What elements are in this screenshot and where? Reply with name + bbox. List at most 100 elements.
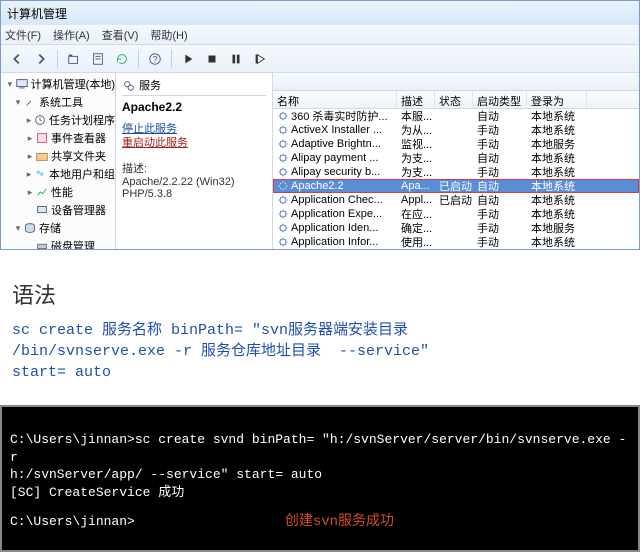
service-desc: Appl... [397, 194, 435, 206]
syntax-heading: 语法 [12, 278, 628, 310]
service-row[interactable]: Application Iden...确定...手动本地服务 [273, 221, 639, 235]
gear-icon [277, 208, 289, 220]
tree-local-users[interactable]: ▸本地用户和组 [1, 165, 115, 183]
disk-icon [35, 239, 49, 249]
service-logon: 本地系统 [527, 234, 587, 249]
restart-button[interactable] [250, 49, 270, 69]
device-icon [35, 203, 49, 217]
tree-event-viewer[interactable]: ▸事件查看器 [1, 129, 115, 147]
service-name: Adaptive Brightn... [291, 138, 381, 150]
gear-icon [277, 180, 289, 192]
refresh-button[interactable] [112, 49, 132, 69]
col-startup[interactable]: 启动类型 [473, 91, 527, 108]
tree-root[interactable]: ▾计算机管理(本地) [1, 75, 115, 93]
tree-task-scheduler[interactable]: ▸任务计划程序 [1, 111, 115, 129]
properties-button[interactable] [88, 49, 108, 69]
toolbar: ? [1, 45, 639, 73]
chart-icon [35, 185, 49, 199]
service-row[interactable]: Adaptive Brightn...监视...手动本地服务 [273, 137, 639, 151]
stop-button[interactable] [202, 49, 222, 69]
service-name: Application Chec... [291, 194, 383, 206]
tree-storage[interactable]: ▾存储 [1, 219, 115, 237]
terminal-line: C:\Users\jinnan>sc create svnd binPath= … [10, 431, 630, 466]
service-desc: 为支... [397, 164, 435, 180]
restart-service-link[interactable]: 重启动此服务 [122, 136, 266, 150]
service-name: Alipay security b... [291, 166, 380, 178]
separator [138, 50, 139, 68]
service-desc: 为 In... [397, 248, 435, 249]
pane-title: 服务 [139, 80, 161, 92]
service-row[interactable]: Apache2.2Apa...已启动自动本地系统 [273, 179, 639, 193]
col-desc[interactable]: 描述 [397, 91, 435, 108]
terminal-annotation: 创建svn服务成功 [285, 514, 394, 530]
service-row[interactable]: Application Chec...Appl...已启动自动本地系统 [273, 193, 639, 207]
gear-icon [277, 152, 289, 164]
service-name: 360 杀毒实时防护... [291, 108, 388, 124]
terminal-line: [SC] CreateService 成功 [10, 484, 630, 502]
service-row[interactable]: ActiveX Installer ...为从...手动本地系统 [273, 123, 639, 137]
col-name[interactable]: 名称 [273, 91, 397, 108]
tree-system-tools[interactable]: ▾系统工具 [1, 93, 115, 111]
service-startup: 手动 [473, 248, 527, 249]
service-row[interactable]: Application Expe...在应...手动本地系统 [273, 207, 639, 221]
start-button[interactable] [178, 49, 198, 69]
service-name: Application Iden... [291, 222, 378, 234]
forward-button[interactable] [31, 49, 51, 69]
service-row[interactable]: 360 杀毒实时防护...本服...自动本地系统 [273, 109, 639, 123]
gear-icon [277, 236, 289, 248]
gear-icon [277, 124, 289, 136]
menu-view[interactable]: 查看(V) [102, 27, 139, 43]
terminal-prompt: C:\Users\jinnan> [10, 514, 135, 529]
menu-bar: 文件(F) 操作(A) 查看(V) 帮助(H) [1, 25, 639, 45]
terminal-line: h:/svnServer/app/ --service" start= auto [10, 466, 630, 484]
stop-service-link[interactable]: 停止此服务 [122, 122, 266, 136]
service-row[interactable]: Application Infor... 使用... 手动本地系统 [273, 235, 639, 249]
tree-device-manager[interactable]: 设备管理器 [1, 201, 115, 219]
tree-performance[interactable]: ▸性能 [1, 183, 115, 201]
clock-icon [33, 113, 47, 127]
gear-icon [277, 166, 289, 178]
users-icon [33, 167, 47, 181]
gear-icon [277, 110, 289, 122]
storage-icon [23, 221, 37, 235]
service-name: Alipay payment ... [291, 152, 378, 164]
service-desc: 使用... [397, 234, 435, 249]
svg-text:?: ? [153, 54, 158, 64]
service-row[interactable]: Alipay payment ...为支...自动本地系统 [273, 151, 639, 165]
services-list: 名称 描述 状态 启动类型 登录为 360 杀毒实时防护...本服...自动本地… [273, 73, 639, 249]
tree-disk-mgmt[interactable]: 磁盘管理 [1, 237, 115, 249]
up-button[interactable] [64, 49, 84, 69]
tree-shared-folders[interactable]: ▸共享文件夹 [1, 147, 115, 165]
gear-icon [277, 222, 289, 234]
separator [57, 50, 58, 68]
list-toolbar [273, 73, 639, 91]
gear-icon [277, 194, 289, 206]
computer-icon [15, 77, 29, 91]
window-title: 计算机管理 [7, 5, 67, 22]
col-logon[interactable]: 登录为 [527, 91, 587, 108]
gear-icon [277, 138, 289, 150]
separator [171, 50, 172, 68]
pause-button[interactable] [226, 49, 246, 69]
title-bar[interactable]: 计算机管理 [1, 1, 639, 25]
folder-share-icon [35, 149, 49, 163]
detail-pane: 服务 Apache2.2 停止此服务 重启动此服务 描述: Apache/2.2… [116, 73, 273, 249]
syntax-code: sc create 服务名称 binPath= "svn服务器端安装目录 /bi… [12, 320, 628, 383]
body: ▾计算机管理(本地) ▾系统工具 ▸任务计划程序 ▸事件查看器 ▸共享文件夹 ▸… [1, 73, 639, 249]
col-status[interactable]: 状态 [435, 91, 473, 108]
service-row[interactable]: Alipay security b...为支...手动本地系统 [273, 165, 639, 179]
menu-file[interactable]: 文件(F) [5, 27, 41, 43]
service-name: Application Infor... [291, 236, 378, 248]
gears-icon [122, 79, 136, 93]
back-button[interactable] [7, 49, 27, 69]
menu-action[interactable]: 操作(A) [53, 27, 90, 43]
service-desc: Apa... [397, 180, 435, 192]
help-button[interactable]: ? [145, 49, 165, 69]
selected-service-name: Apache2.2 [122, 100, 266, 114]
service-status: 已启动 [435, 192, 473, 208]
wrench-icon [23, 95, 37, 109]
menu-help[interactable]: 帮助(H) [150, 27, 187, 43]
syntax-block: 语法 sc create 服务名称 binPath= "svn服务器端安装目录 … [0, 270, 640, 391]
service-logon: 本地服务 [527, 248, 587, 249]
list-header: 名称 描述 状态 启动类型 登录为 [273, 91, 639, 109]
